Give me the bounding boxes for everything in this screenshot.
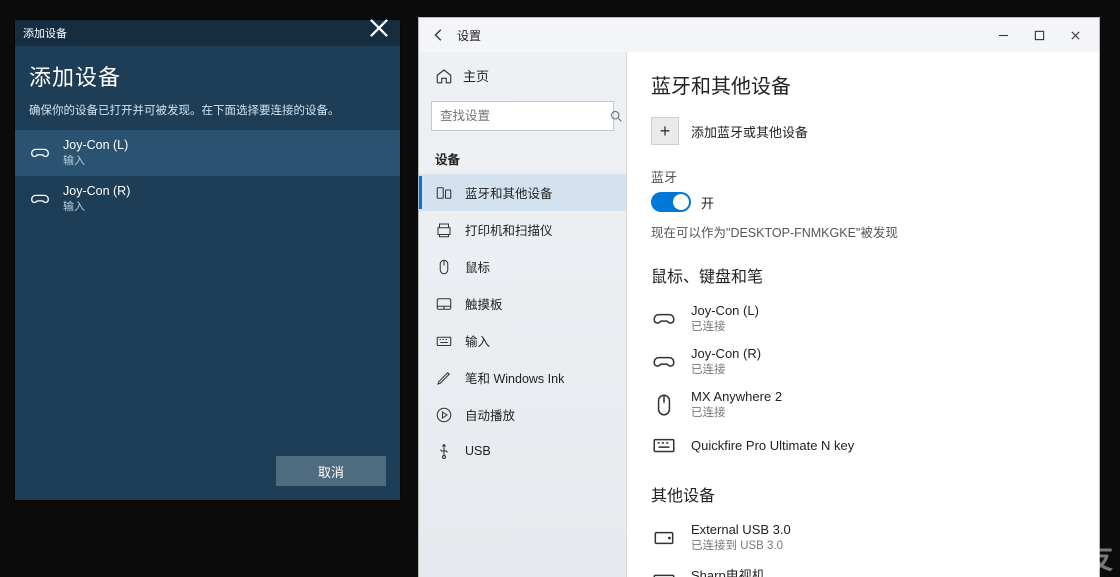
sidebar-item-bluetooth[interactable]: 蓝牙和其他设备	[419, 174, 626, 211]
back-button[interactable]	[425, 21, 453, 49]
add-device-heading: 添加设备	[29, 60, 386, 92]
page-title: 蓝牙和其他设备	[651, 70, 1075, 99]
sidebar-item-touchpad[interactable]: 触摸板	[419, 285, 626, 322]
bluetooth-state: 开	[701, 193, 714, 212]
sidebar-item-label: 笔和 Windows Ink	[465, 368, 564, 387]
touchpad-icon	[435, 295, 453, 313]
add-device-subtitle: 确保你的设备已打开并可被发现。在下面选择要连接的设备。	[15, 98, 400, 128]
discoverable-text: 现在可以作为"DESKTOP-FNMKGKE"被发现	[651, 222, 1075, 241]
sidebar-item-printers[interactable]: 打印机和扫描仪	[419, 211, 626, 248]
device-list-other: External USB 3.0已连接到 USB 3.0 Sharp电视机未连接…	[651, 516, 1075, 577]
bluetooth-devices-icon	[435, 184, 453, 202]
sidebar-item-mouse[interactable]: 鼠标	[419, 248, 626, 285]
mouse-icon	[435, 258, 453, 276]
bluetooth-toggle[interactable]	[651, 192, 691, 212]
device-status: 已连接	[691, 361, 761, 377]
device-name: Joy-Con (L)	[691, 303, 759, 318]
device-row-joycon-r[interactable]: Joy-Con (R) 输入	[15, 176, 400, 222]
display-icon	[651, 570, 677, 577]
device-subtext: 输入	[63, 198, 130, 214]
sidebar-item-label: 输入	[465, 331, 490, 350]
sidebar-item-typing[interactable]: 输入	[419, 322, 626, 359]
device-name: Joy-Con (R)	[691, 346, 761, 361]
device-name: MX Anywhere 2	[691, 389, 782, 404]
usb-icon	[435, 442, 453, 460]
minimize-button[interactable]	[985, 21, 1021, 49]
device-item[interactable]: Quickfire Pro Ultimate N key	[651, 426, 1075, 464]
sidebar-item-label: 触摸板	[465, 294, 503, 313]
gamepad-icon	[651, 306, 677, 332]
settings-window-title: 设置	[457, 27, 481, 44]
home-icon	[435, 67, 453, 85]
sidebar-nav: 蓝牙和其他设备 打印机和扫描仪 鼠标 触摸板 输入 笔和 Windows Ink…	[419, 174, 626, 469]
add-device-dialog: 添加设备 添加设备 确保你的设备已打开并可被发现。在下面选择要连接的设备。 Jo…	[15, 20, 400, 500]
device-status: 已连接	[691, 404, 782, 420]
close-button[interactable]	[1057, 21, 1093, 49]
device-item[interactable]: Sharp电视机未连接	[651, 559, 1075, 577]
sidebar-item-label: 打印机和扫描仪	[465, 220, 553, 239]
add-device-buttons: 取消	[15, 442, 400, 500]
pen-icon	[435, 369, 453, 387]
keyboard-input-icon	[435, 332, 453, 350]
device-name: Joy-Con (L)	[63, 138, 128, 152]
search-icon	[609, 109, 624, 124]
keyboard-icon	[651, 432, 677, 458]
section-other-devices: 其他设备	[651, 482, 1075, 506]
device-name: Joy-Con (R)	[63, 184, 130, 198]
gamepad-icon	[29, 142, 51, 164]
add-bluetooth-device[interactable]: + 添加蓝牙或其他设备	[651, 117, 1075, 145]
settings-titlebar: 设置	[419, 18, 1099, 52]
settings-sidebar: 主页 设备 蓝牙和其他设备 打印机和扫描仪 鼠标 触摸板 输入 笔和 Windo…	[419, 52, 627, 577]
sidebar-home-label: 主页	[463, 66, 489, 85]
add-device-header: 添加设备	[15, 46, 400, 98]
device-status: 已连接	[691, 318, 759, 334]
autoplay-icon	[435, 406, 453, 424]
add-bluetooth-label: 添加蓝牙或其他设备	[691, 122, 808, 141]
add-device-titlebar: 添加设备	[15, 20, 400, 46]
bluetooth-label: 蓝牙	[651, 167, 1075, 186]
sidebar-item-label: USB	[465, 444, 491, 458]
device-item[interactable]: External USB 3.0已连接到 USB 3.0	[651, 516, 1075, 559]
device-list-mouse-keyboard: Joy-Con (L)已连接 Joy-Con (R)已连接 MX Anywher…	[651, 297, 1075, 464]
sidebar-item-pen[interactable]: 笔和 Windows Ink	[419, 359, 626, 396]
sidebar-item-label: 自动播放	[465, 405, 515, 424]
sidebar-item-autoplay[interactable]: 自动播放	[419, 396, 626, 433]
device-row-joycon-l[interactable]: Joy-Con (L) 输入	[15, 130, 400, 176]
search-input[interactable]	[432, 109, 609, 123]
gamepad-icon	[29, 188, 51, 210]
settings-window: 设置 主页 设备 蓝牙和其他设备 打印机和扫描仪 鼠标 触摸板 输入 笔和 W	[419, 18, 1099, 577]
sidebar-home[interactable]: 主页	[419, 58, 626, 93]
sidebar-category: 设备	[419, 141, 626, 174]
sidebar-item-label: 鼠标	[465, 257, 490, 276]
add-device-window-title: 添加设备	[23, 25, 67, 41]
maximize-button[interactable]	[1021, 21, 1057, 49]
plus-icon: +	[651, 117, 679, 145]
mouse-icon	[651, 392, 677, 418]
drive-icon	[651, 525, 677, 551]
cancel-button[interactable]: 取消	[276, 456, 386, 486]
settings-main: 蓝牙和其他设备 + 添加蓝牙或其他设备 蓝牙 开 现在可以作为"DESKTOP-…	[627, 52, 1099, 577]
section-mouse-keyboard: 鼠标、键盘和笔	[651, 263, 1075, 287]
device-subtext: 输入	[63, 152, 128, 168]
device-item[interactable]: MX Anywhere 2已连接	[651, 383, 1075, 426]
device-item[interactable]: Joy-Con (L)已连接	[651, 297, 1075, 340]
add-device-list: Joy-Con (L) 输入 Joy-Con (R) 输入	[15, 128, 400, 224]
sidebar-item-usb[interactable]: USB	[419, 433, 626, 469]
device-name: Sharp电视机	[691, 565, 765, 577]
sidebar-item-label: 蓝牙和其他设备	[465, 183, 553, 202]
search-input-wrap[interactable]	[431, 101, 614, 131]
device-status: 已连接到 USB 3.0	[691, 537, 791, 553]
device-name: External USB 3.0	[691, 522, 791, 537]
device-name: Quickfire Pro Ultimate N key	[691, 438, 854, 453]
printer-icon	[435, 221, 453, 239]
gamepad-icon	[651, 349, 677, 375]
device-item[interactable]: Joy-Con (R)已连接	[651, 340, 1075, 383]
